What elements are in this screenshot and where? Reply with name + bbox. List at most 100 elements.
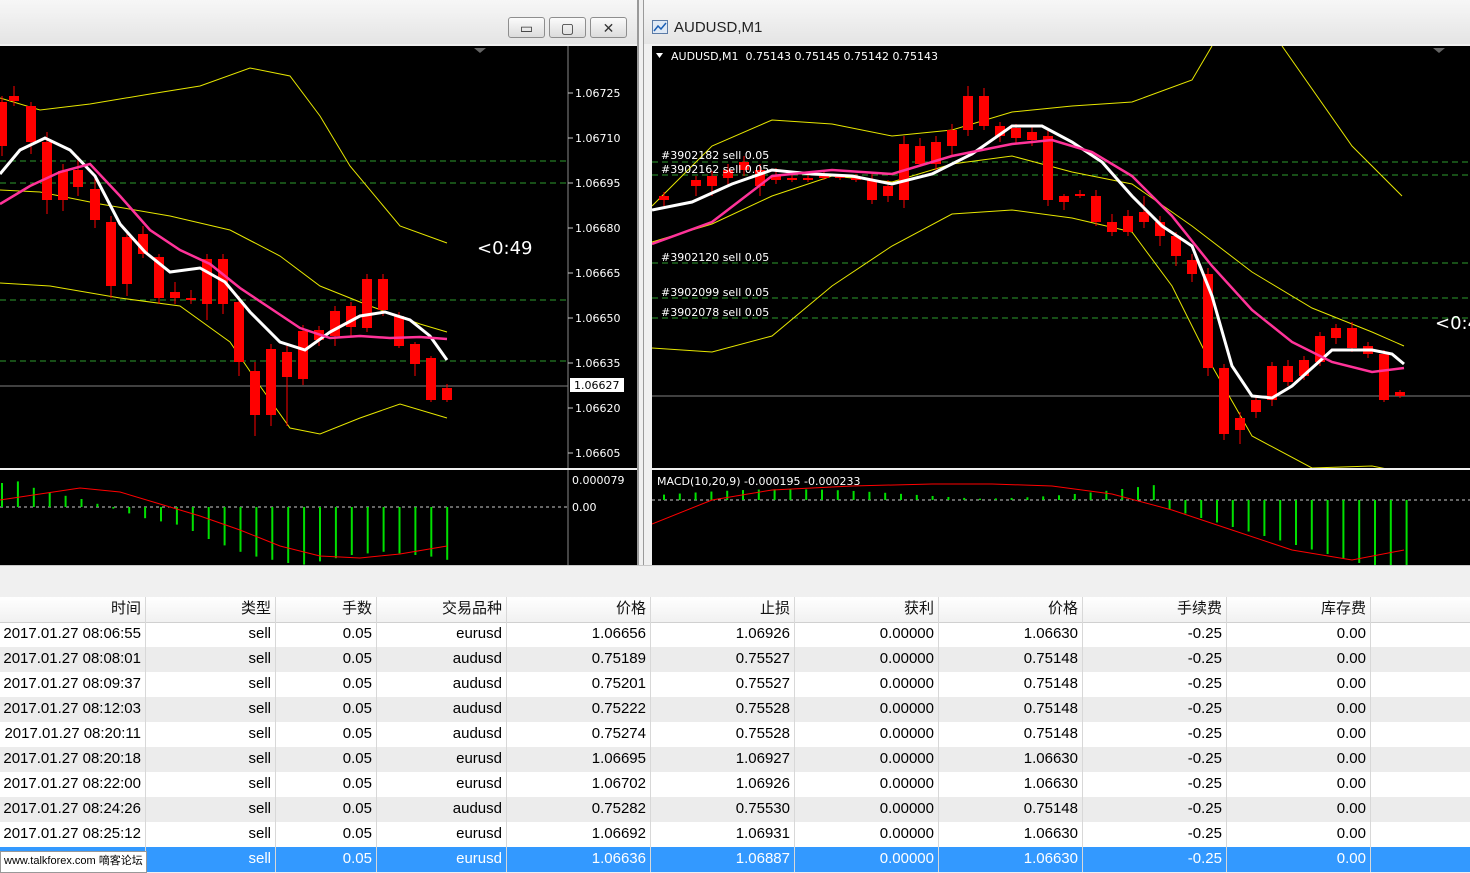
table-cell: 0.75148: [939, 797, 1083, 822]
column-header[interactable]: 交易品种: [377, 597, 507, 622]
table-cell: 1.06630: [939, 847, 1083, 872]
candle-body: [1379, 354, 1389, 400]
trade-table[interactable]: 时间 类型 手数 交易品种 价格 止损 获利 价格 手续费 库存费 2017.01.27 08:0…: [0, 597, 1470, 872]
table-cell: 0.00000: [795, 697, 939, 722]
candle-body: [1395, 392, 1405, 396]
table-row[interactable]: 2017.01.27 08:20:18 sell 0.05 eurusd 1.06695…: [0, 747, 1470, 772]
table-cell: eurusd: [377, 622, 507, 647]
close-button[interactable]: ✕: [590, 17, 627, 38]
candle-body: [947, 130, 957, 146]
table-cell: 1.06931: [651, 822, 795, 847]
table-cell: 0.05: [276, 747, 377, 772]
column-header[interactable]: 价格: [939, 597, 1083, 622]
right-chart-header: AUDUSD,M1 0.75143 0.75145 0.75142 0.7514…: [671, 50, 938, 63]
candle-body: [186, 298, 196, 300]
table-row[interactable]: 2017.01.27 08:06:55 sell 0.05 eurusd 1.06656…: [0, 622, 1470, 647]
table-cell: 1.06656: [507, 622, 651, 647]
table-cell: 2017.01.27 08:24:26: [0, 797, 146, 822]
table-header: 时间 类型 手数 交易品种 价格 止损 获利 价格 手续费 库存费: [0, 597, 1470, 623]
table-cell: 1.06926: [651, 622, 795, 647]
eurusd-chart-window[interactable]: ▭ ▢ ✕ <0:49 1.06725 1.06710 1.06695 1.06680…: [0, 0, 639, 565]
candle-body: [963, 96, 973, 130]
column-header[interactable]: 手续费: [1083, 597, 1227, 622]
chart-window-icon: [652, 20, 668, 34]
table-cell: 1.06630: [939, 772, 1083, 797]
audusd-price-chart[interactable]: AUDUSD,M1 0.75143 0.75145 0.75142 0.7514…: [652, 46, 1470, 468]
table-cell: -0.25: [1083, 772, 1227, 797]
column-header[interactable]: 价格: [507, 597, 651, 622]
table-row[interactable]: 2017.01.27 08:22:00 sell 0.05 eurusd 1.06702…: [0, 772, 1470, 797]
table-cell: 2017.01.27 08:20:11: [0, 722, 146, 747]
left-macd-axis-top: 0.000079: [572, 474, 625, 487]
column-header[interactable]: 库存费: [1227, 597, 1371, 622]
table-cell: 1.06636: [507, 847, 651, 872]
watermark-text: www.talkforex.com 嘀客论坛: [0, 851, 147, 873]
table-cell: audusd: [377, 722, 507, 747]
table-row[interactable]: 2017.01.27 08:20:11 sell 0.05 audusd 0.75274…: [0, 722, 1470, 747]
table-cell: 0.00: [1227, 647, 1371, 672]
minimize-button[interactable]: ▭: [508, 17, 545, 38]
table-cell: 2017.01.27 08:20:18: [0, 747, 146, 772]
right-countdown: <0:4: [1435, 313, 1470, 334]
candle-body: [1091, 196, 1101, 222]
candle-body: [1075, 194, 1085, 196]
table-cell: 1.06926: [651, 772, 795, 797]
order-label-5: #3902078 sell 0.05: [661, 306, 769, 319]
table-cell: -0.25: [1083, 697, 1227, 722]
right-window-titlebar[interactable]: AUDUSD,M1: [644, 0, 1470, 44]
column-header[interactable]: 类型: [146, 597, 276, 622]
table-cell: 0.00: [1227, 797, 1371, 822]
price-axis-label: 1.06650: [575, 312, 621, 325]
table-cell: 0.00000: [795, 647, 939, 672]
table-cell: sell: [146, 672, 276, 697]
price-axis-label: 1.06710: [575, 132, 621, 145]
candle-body: [659, 196, 669, 200]
eurusd-price-chart[interactable]: <0:49 1.06725 1.06710 1.06695 1.06680 1.0666…: [0, 46, 637, 468]
candle-body: [1107, 222, 1117, 232]
panel-divider[interactable]: [0, 565, 1470, 598]
table-cell: 0.00: [1227, 747, 1371, 772]
candle-body: [1059, 196, 1069, 202]
audusd-chart-window[interactable]: AUDUSD,M1 AUDUSD,M1 0.75143 0.75145 0.75…: [643, 0, 1470, 565]
table-cell: -0.25: [1083, 847, 1227, 872]
table-row[interactable]: 2017.01.27 08:09:37 sell 0.05 audusd 0.75201…: [0, 672, 1470, 697]
candle-body: [1011, 128, 1021, 138]
column-header[interactable]: 获利: [795, 597, 939, 622]
table-cell: audusd: [377, 797, 507, 822]
table-row[interactable]: 2017.01.27 08:12:03 sell 0.05 audusd 0.75222…: [0, 697, 1470, 722]
candle-body: [1219, 368, 1229, 434]
table-cell: -0.25: [1083, 647, 1227, 672]
candle-body: [442, 388, 452, 400]
left-window-titlebar[interactable]: ▭ ▢ ✕: [0, 0, 637, 44]
column-header[interactable]: 时间: [0, 597, 146, 622]
price-axis-label: 1.06725: [575, 87, 621, 100]
table-cell: audusd: [377, 672, 507, 697]
table-row[interactable]: 2017.01.27 08:08:01 sell 0.05 audusd 0.75189…: [0, 647, 1470, 672]
column-header[interactable]: 止损: [651, 597, 795, 622]
table-cell: 0.75222: [507, 697, 651, 722]
table-cell: 2017.01.27 08:22:00: [0, 772, 146, 797]
candle-body: [266, 349, 276, 415]
table-cell: audusd: [377, 697, 507, 722]
candle-body: [691, 180, 701, 186]
table-row[interactable]: 2017.01.27 08:29:??sell0.05eurusd1.06636…: [0, 847, 1470, 872]
table-cell: 0.00: [1227, 722, 1371, 747]
candle-body: [426, 358, 436, 400]
table-cell: 0.75189: [507, 647, 651, 672]
table-cell: sell: [146, 772, 276, 797]
restore-button[interactable]: ▢: [549, 17, 586, 38]
table-cell: 2017.01.27 08:25:12: [0, 822, 146, 847]
candle-body: [915, 146, 925, 164]
table-cell: eurusd: [377, 747, 507, 772]
table-row[interactable]: 2017.01.27 08:25:12 sell 0.05 eurusd 1.06692…: [0, 822, 1470, 847]
table-cell: -0.25: [1083, 672, 1227, 697]
eurusd-macd-chart[interactable]: 0.000079 0.00: [0, 470, 637, 565]
price-axis-label: 1.06695: [575, 177, 621, 190]
candle-body: [73, 170, 83, 187]
table-cell: eurusd: [377, 772, 507, 797]
table-row[interactable]: 2017.01.27 08:24:26 sell 0.05 audusd 0.75282…: [0, 797, 1470, 822]
table-cell: 0.75274: [507, 722, 651, 747]
audusd-macd-chart[interactable]: MACD(10,20,9) -0.000195 -0.000233: [652, 470, 1470, 565]
candle-body: [410, 344, 420, 364]
column-header[interactable]: 手数: [276, 597, 377, 622]
